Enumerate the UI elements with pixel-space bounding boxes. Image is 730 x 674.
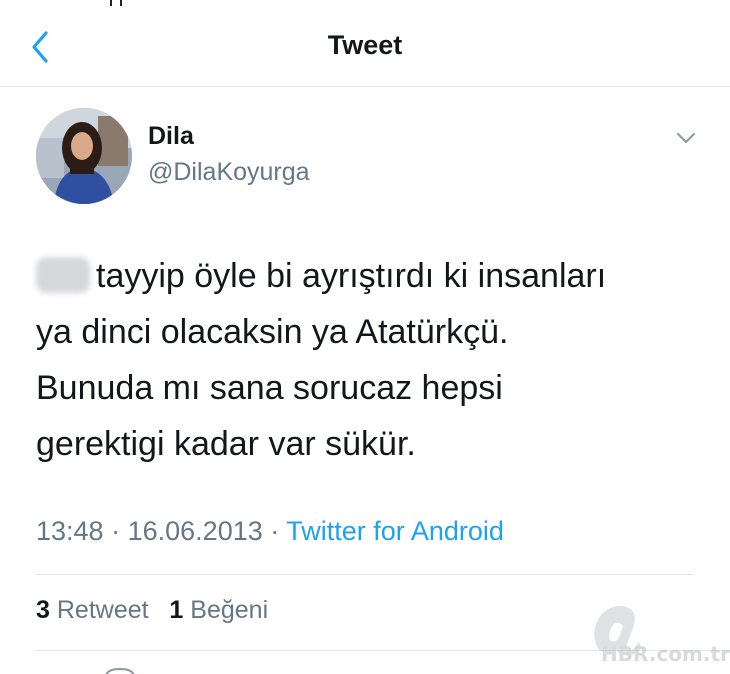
tweet-text-line: Bunuda mı sana sorucaz hepsi <box>36 369 503 407</box>
retweets-count: 3 <box>36 596 50 624</box>
likes-label: Beğeni <box>190 596 269 624</box>
divider <box>36 574 694 575</box>
avatar-photo <box>36 108 132 204</box>
likes-count: 1 <box>169 596 184 624</box>
tweet-text-line: gerektigi kadar var sükür. <box>36 425 416 463</box>
redacted-word <box>36 257 90 293</box>
tweet-stats: 3 Retweet 1 Beğeni <box>36 596 268 625</box>
likes-stat[interactable]: 1 Beğeni <box>169 596 268 624</box>
retweets-label: Retweet <box>56 596 149 624</box>
tweet-text-segment: tayyip öyle bi ayrıştırdı ki insanları <box>96 257 607 295</box>
navigation-bar: Tweet <box>0 0 730 87</box>
watermark-text: HBR.com.tr <box>601 642 730 666</box>
tweet-detail-screen: Tweet Dila @DilaKoyurga tayyip öyle bi a… <box>0 0 730 674</box>
tweet-time: 13:48 <box>36 516 104 546</box>
tweet-date: 16.06.2013 <box>127 516 263 546</box>
meta-separator: · <box>270 516 280 546</box>
reply-icon[interactable] <box>100 667 140 674</box>
tweet-text-line: tayyip öyle bi ayrıştırdı ki insanları <box>36 248 696 304</box>
meta-separator: · <box>111 516 121 546</box>
avatar[interactable] <box>36 108 132 204</box>
page-title: Tweet <box>327 30 403 60</box>
tweet-menu-button[interactable] <box>672 128 700 148</box>
author-handle[interactable]: @DilaKoyurga <box>148 158 310 187</box>
tweet-meta: 13:48 · 16.06.2013 · Twitter for Android <box>36 516 504 547</box>
tweet-source-link[interactable]: Twitter for Android <box>286 516 504 546</box>
tweet-text-line: ya dinci olacaksin ya Atatürkçü. <box>36 313 509 351</box>
watermark-logo: HBR.com.tr <box>585 596 730 670</box>
retweets-stat[interactable]: 3 Retweet <box>36 596 149 624</box>
chevron-down-icon <box>677 133 695 143</box>
action-bar-fragment <box>100 664 140 674</box>
tweet-text: tayyip öyle bi ayrıştırdı ki insanları y… <box>36 248 696 472</box>
author-name[interactable]: Dila <box>148 122 194 151</box>
